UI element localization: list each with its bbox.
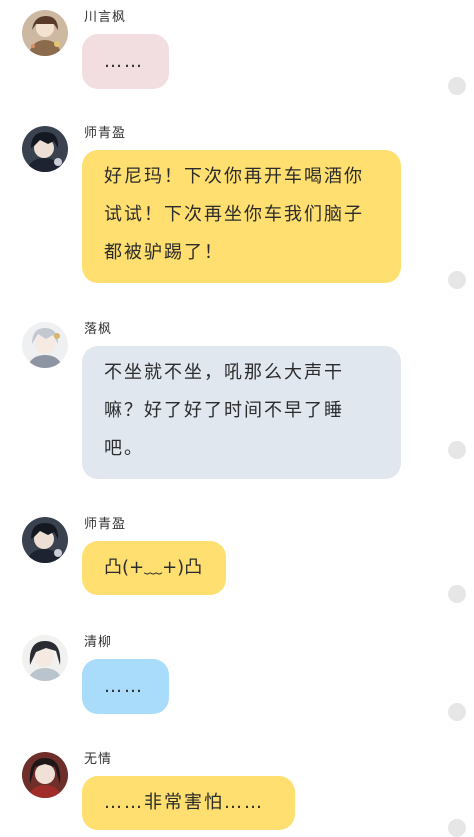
avatar[interactable] — [22, 126, 68, 172]
avatar[interactable] — [22, 10, 68, 56]
status-dot — [448, 819, 466, 837]
avatar[interactable] — [22, 517, 68, 563]
message-bubble[interactable]: …… — [82, 34, 169, 89]
sender-name: 川言枫 — [84, 10, 127, 25]
status-dot — [448, 77, 466, 95]
sender-name: 无情 — [84, 752, 113, 767]
message-bubble[interactable]: 凸(+﹏+)凸 — [82, 541, 226, 595]
message-bubble[interactable]: …… — [82, 659, 169, 714]
avatar[interactable] — [22, 635, 68, 681]
sender-name: 师青盈 — [84, 126, 127, 141]
status-dot — [448, 271, 466, 289]
status-dot — [448, 585, 466, 603]
message-bubble[interactable]: 不坐就不坐，吼那么大声干嘛？好了好了时间不早了睡吧。 — [82, 346, 401, 479]
message-bubble[interactable]: ……非常害怕…… — [82, 776, 295, 830]
avatar[interactable] — [22, 752, 68, 798]
status-dot — [448, 703, 466, 721]
message-bubble[interactable]: 好尼玛！下次你再开车喝酒你试试！下次再坐你车我们脑子都被驴踢了！ — [82, 150, 401, 283]
avatar[interactable] — [22, 322, 68, 368]
sender-name: 师青盈 — [84, 517, 127, 532]
sender-name: 清柳 — [84, 635, 113, 650]
status-dot — [448, 441, 466, 459]
sender-name: 落枫 — [84, 322, 113, 337]
